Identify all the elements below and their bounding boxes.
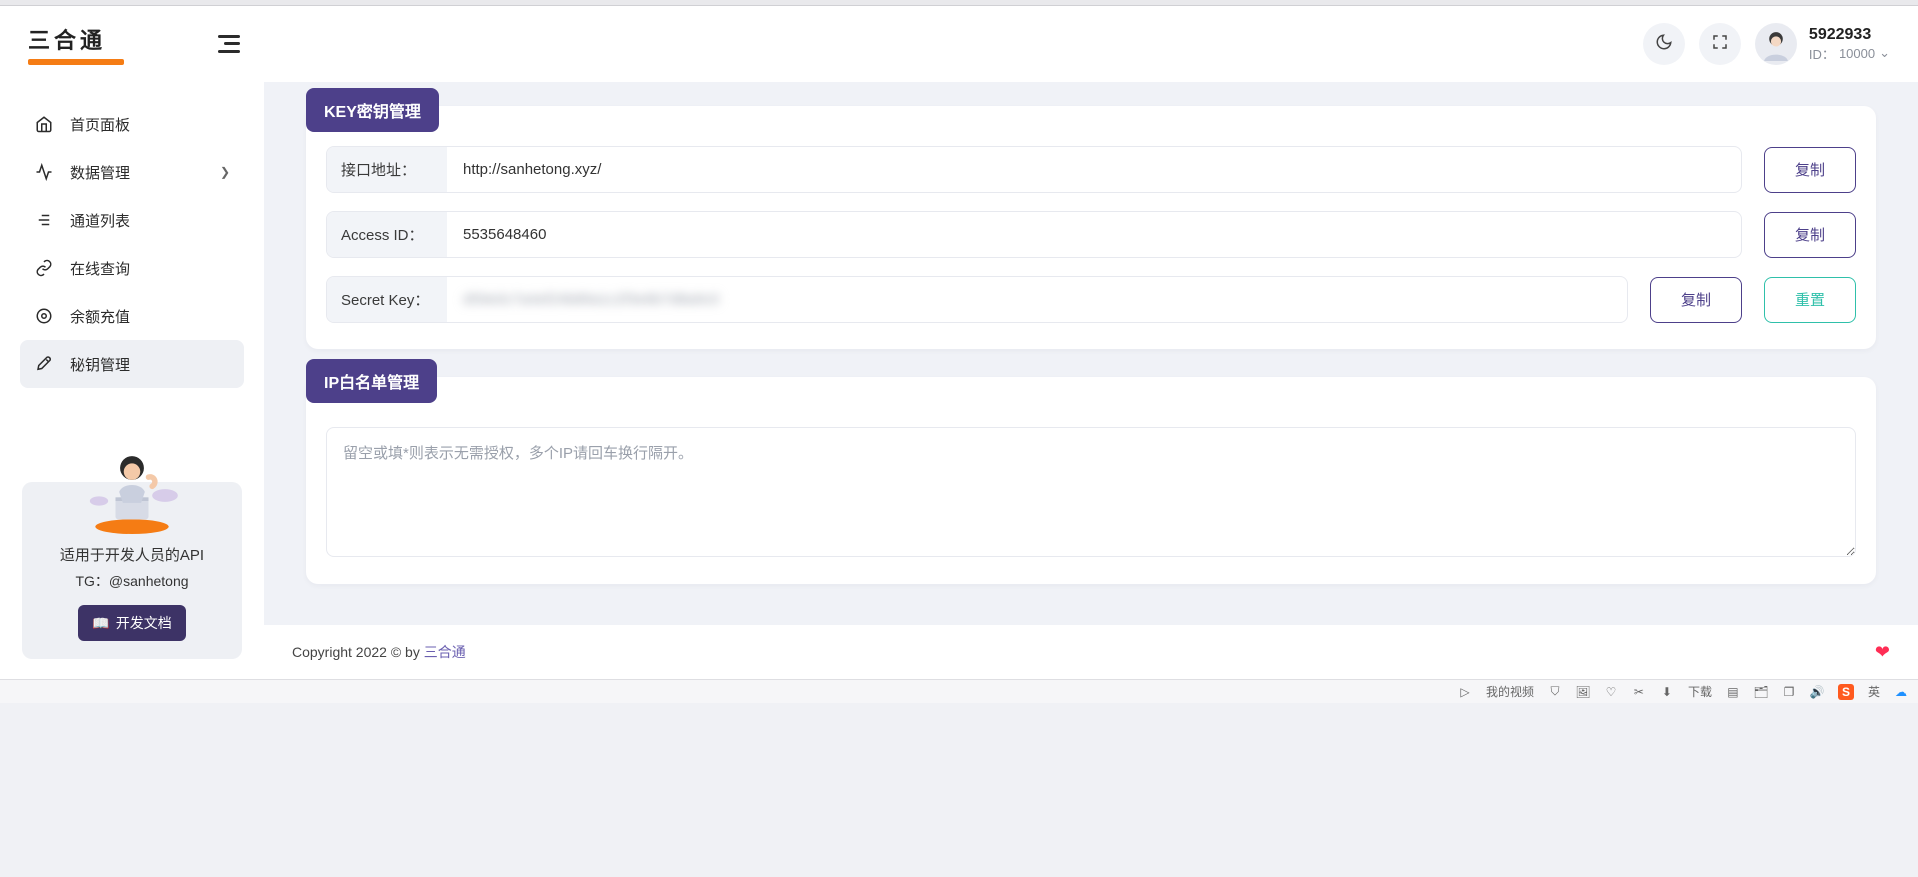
user-meta: 5922933 ID： 10000 ⌄ [1809, 26, 1890, 63]
footer-brand-link[interactable]: 三合通 [424, 644, 466, 660]
secret-key-value: d59e0c7a4ef24b89a1c2f3e6b7d8a9c0 [447, 277, 1627, 322]
dark-mode-toggle[interactable] [1643, 23, 1685, 65]
sb-scissors[interactable]: ✂ [1632, 685, 1646, 699]
sidebar-item-data[interactable]: 数据管理 ❯ [20, 148, 244, 196]
link-icon [34, 258, 54, 278]
access-id-field: Access ID： 5535648460 [326, 211, 1742, 258]
logo[interactable]: 三合通 [28, 23, 124, 65]
content: KEY密钥管理 接口地址： http://sanhetong.xyz/ 复制 A… [264, 82, 1918, 625]
sidebar-item-channels[interactable]: 通道列表 [20, 196, 244, 244]
chevron-down-icon: ⌄ [1879, 45, 1890, 61]
sb-ime-lang[interactable]: 英 [1868, 683, 1880, 700]
promo-illustration [77, 444, 187, 536]
sidebar-header: 三合通 [0, 6, 264, 82]
api-url-value: http://sanhetong.xyz/ [447, 147, 1741, 192]
avatar [1755, 23, 1797, 65]
key-management-title: KEY密钥管理 [306, 88, 439, 132]
sidebar-item-recharge[interactable]: 余额充值 [20, 292, 244, 340]
grid-icon: ▤ [1726, 685, 1740, 699]
sb-ime[interactable]: S [1838, 684, 1854, 700]
copy-secret-key-button[interactable]: 复制 [1650, 277, 1742, 323]
sidebar: 三合通 首页面板 数据管理 ❯ [0, 6, 264, 679]
windows-icon: ❐ [1782, 685, 1796, 699]
copyright: Copyright 2022 © by 三合通 [292, 642, 466, 662]
access-id-label: Access ID： [327, 212, 447, 257]
main: 5922933 ID： 10000 ⌄ KEY密钥管理 接口地址： http:/… [264, 6, 1918, 679]
access-id-value: 5535648460 [447, 212, 1741, 257]
secret-key-row: Secret Key： d59e0c7a4ef24b89a1c2f3e6b7d8… [326, 276, 1856, 323]
volume-icon: 🔊 [1810, 685, 1824, 699]
api-url-field: 接口地址： http://sanhetong.xyz/ [326, 146, 1742, 193]
chevron-right-icon: ❯ [220, 165, 230, 179]
sb-download-arrow[interactable]: ⬇ [1660, 685, 1674, 699]
logo-underline [28, 59, 124, 65]
sidebar-promo: 适用于开发人员的API TG：@sanhetong 📖 开发文档 [22, 482, 242, 659]
heart-icon[interactable]: ❤ [1875, 642, 1890, 663]
ip-whitelist-input[interactable] [326, 427, 1856, 557]
sb-my-video[interactable]: 我的视频 [1486, 683, 1534, 700]
home-icon [34, 114, 54, 134]
api-url-label: 接口地址： [327, 147, 447, 192]
menu-toggle-icon[interactable] [218, 35, 240, 53]
sidebar-nav: 首页面板 数据管理 ❯ 通道列表 在线查询 [0, 82, 264, 388]
api-url-row: 接口地址： http://sanhetong.xyz/ 复制 [326, 146, 1856, 193]
ip-whitelist-title: IP白名单管理 [306, 359, 437, 403]
activity-icon [34, 162, 54, 182]
moon-icon [1655, 33, 1673, 56]
secret-key-field: Secret Key： d59e0c7a4ef24b89a1c2f3e6b7d8… [326, 276, 1628, 323]
sidebar-item-label: 首页面板 [70, 114, 130, 135]
target-icon [34, 306, 54, 326]
sb-play[interactable]: ▷ [1458, 685, 1472, 699]
sb-grid[interactable]: ▤ [1726, 685, 1740, 699]
logo-text: 三合通 [28, 23, 106, 55]
sidebar-item-label: 在线查询 [70, 258, 130, 279]
topbar: 5922933 ID： 10000 ⌄ [264, 6, 1918, 82]
dev-docs-button[interactable]: 📖 开发文档 [78, 605, 185, 641]
sb-note[interactable]: 🗂 [1754, 685, 1768, 699]
cloud-icon: ☁ [1894, 685, 1908, 699]
user-id: ID： 10000 ⌄ [1809, 44, 1890, 63]
image-icon: 🖼 [1576, 685, 1590, 699]
sidebar-item-query[interactable]: 在线查询 [20, 244, 244, 292]
ip-whitelist-card: IP白名单管理 [306, 377, 1876, 584]
sidebar-item-label: 余额充值 [70, 306, 130, 327]
download-arrow-icon: ⬇ [1660, 685, 1674, 699]
user-menu[interactable]: 5922933 ID： 10000 ⌄ [1755, 23, 1890, 65]
copy-access-id-button[interactable]: 复制 [1764, 212, 1856, 258]
feather-icon [34, 354, 54, 374]
scissors-icon: ✂ [1632, 685, 1646, 699]
key-management-card: KEY密钥管理 接口地址： http://sanhetong.xyz/ 复制 A… [306, 106, 1876, 349]
access-id-row: Access ID： 5535648460 复制 [326, 211, 1856, 258]
play-icon: ▷ [1458, 685, 1472, 699]
copy-api-url-button[interactable]: 复制 [1764, 147, 1856, 193]
sb-volume[interactable]: 🔊 [1810, 685, 1824, 699]
sb-heart[interactable]: ♡ [1604, 685, 1618, 699]
promo-title: 适用于开发人员的API [36, 544, 228, 565]
footer: Copyright 2022 © by 三合通 ❤ [264, 625, 1918, 679]
promo-button-label: 开发文档 [116, 613, 172, 633]
app-root: 三合通 首页面板 数据管理 ❯ [0, 6, 1918, 679]
sidebar-item-label: 数据管理 [70, 162, 130, 183]
sb-shield[interactable]: ⛉ [1548, 685, 1562, 699]
sb-windows[interactable]: ❐ [1782, 685, 1796, 699]
note-icon: 🗂 [1754, 685, 1768, 699]
sidebar-item-label: 秘钥管理 [70, 354, 130, 375]
browser-status-bar: ▷ 我的视频 ⛉ 🖼 ♡ ✂ ⬇ 下载 ▤ 🗂 ❐ 🔊 S 英 ☁ [0, 679, 1918, 703]
shield-icon: ⛉ [1548, 685, 1562, 699]
sb-cloud[interactable]: ☁ [1894, 685, 1908, 699]
secret-key-label: Secret Key： [327, 277, 447, 322]
wind-icon [34, 210, 54, 230]
sidebar-item-keys[interactable]: 秘钥管理 [20, 340, 244, 388]
sb-image[interactable]: 🖼 [1576, 685, 1590, 699]
heartbeat-icon: ♡ [1604, 685, 1618, 699]
sidebar-item-label: 通道列表 [70, 210, 130, 231]
username: 5922933 [1809, 26, 1890, 44]
promo-subtitle: TG：@sanhetong [36, 571, 228, 591]
sb-download[interactable]: 下载 [1688, 683, 1712, 700]
maximize-icon [1711, 33, 1729, 56]
book-icon: 📖 [92, 615, 109, 632]
sidebar-item-dashboard[interactable]: 首页面板 [20, 100, 244, 148]
fullscreen-button[interactable] [1699, 23, 1741, 65]
reset-secret-key-button[interactable]: 重置 [1764, 277, 1856, 323]
